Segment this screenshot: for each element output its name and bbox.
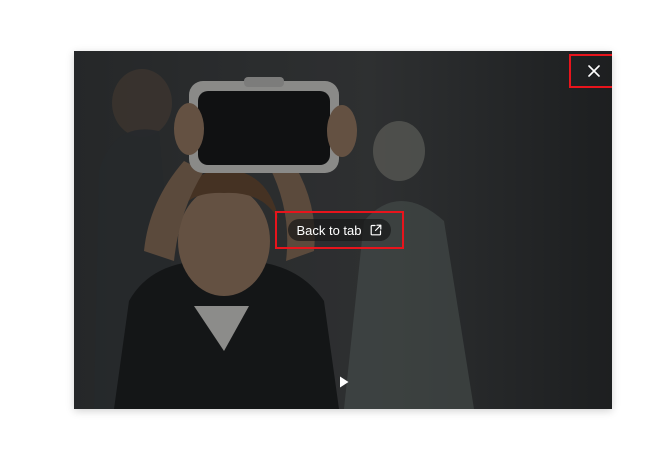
close-icon xyxy=(588,65,600,77)
picture-in-picture-window: Back to tab xyxy=(74,51,612,409)
back-to-tab-highlight: Back to tab xyxy=(275,211,404,249)
back-to-tab-label: Back to tab xyxy=(296,222,362,238)
close-button[interactable] xyxy=(569,54,612,88)
play-icon xyxy=(340,376,349,388)
external-link-icon xyxy=(370,224,381,236)
play-button[interactable] xyxy=(334,372,354,392)
back-to-tab-button[interactable]: Back to tab xyxy=(288,219,391,241)
